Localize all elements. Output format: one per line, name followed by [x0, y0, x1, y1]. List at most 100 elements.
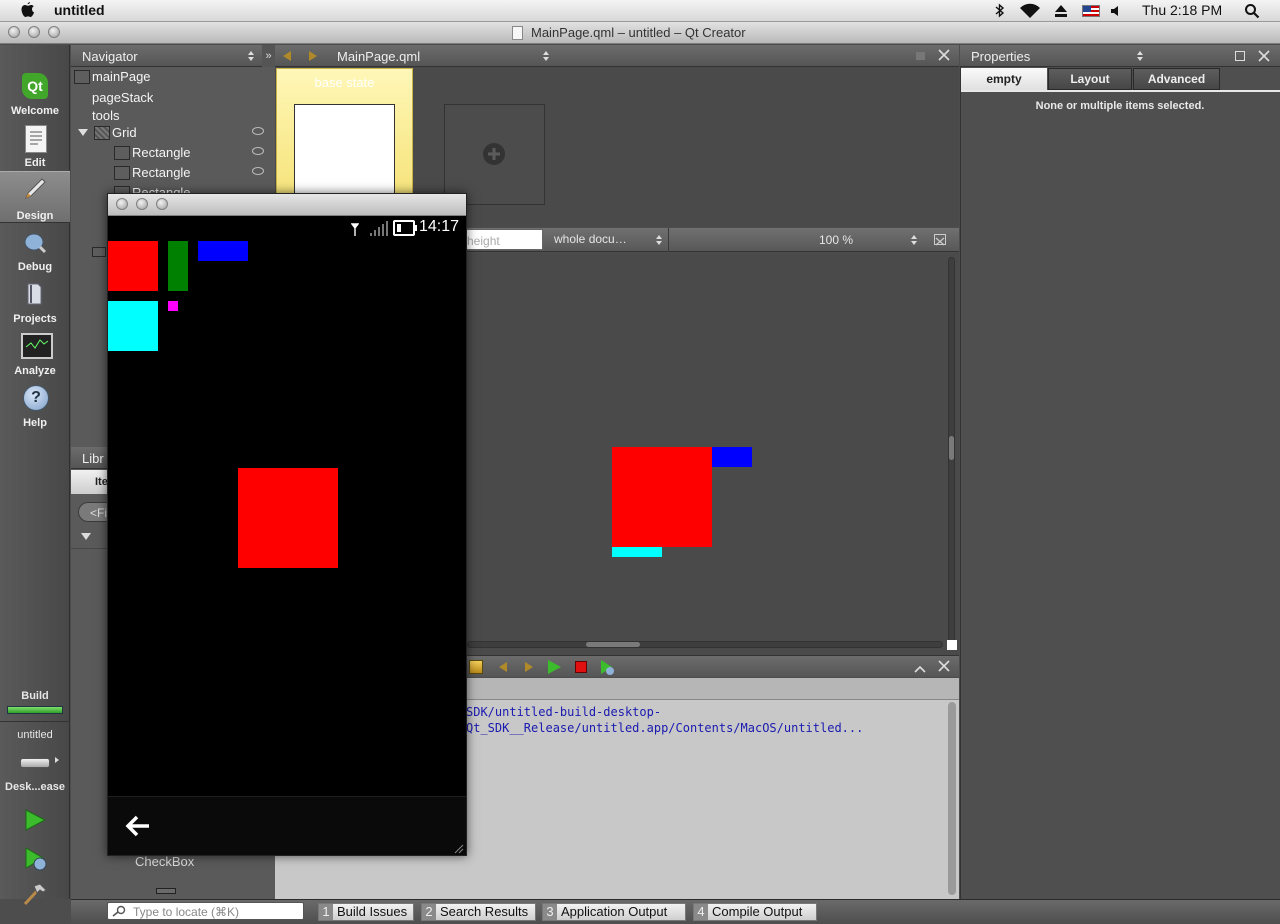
phone-rect-cyan[interactable] — [108, 301, 158, 351]
output-tab-compile-output[interactable]: 4 Compile Output — [693, 903, 817, 921]
kit-monitor-icon[interactable] — [20, 758, 50, 768]
properties-title: Properties — [971, 49, 1031, 64]
split-pane-toggle-icon[interactable]: » — [262, 45, 275, 67]
output-prev-icon[interactable] — [499, 662, 507, 672]
mode-projects[interactable]: Projects — [0, 277, 70, 329]
tree-item-label: Rectangle — [132, 185, 191, 193]
phone-rect-red-large[interactable] — [238, 468, 338, 568]
tree-row-rectangle-1[interactable]: Rectangle — [72, 143, 272, 163]
minimize-window-button[interactable] — [28, 26, 40, 38]
document-select-arrows-icon[interactable] — [542, 50, 550, 62]
apple-menu-icon[interactable] — [20, 2, 36, 19]
visibility-eye-icon[interactable] — [252, 147, 264, 155]
phone-rect-red-small[interactable] — [108, 241, 158, 291]
menubar-clock[interactable]: Thu 2:18 PM — [1142, 2, 1222, 18]
vertical-scrollbar[interactable] — [948, 257, 955, 645]
bluetooth-icon[interactable] — [995, 3, 1005, 18]
navigate-forward-icon[interactable] — [309, 51, 317, 61]
tree-row-mainpage[interactable]: mainPage — [72, 67, 272, 87]
visibility-eye-icon[interactable] — [252, 127, 264, 135]
spotlight-search-icon[interactable] — [1244, 3, 1260, 19]
close-properties-icon[interactable] — [1258, 50, 1270, 62]
canvas-rect-cyan[interactable] — [612, 547, 662, 557]
output-tab-application-output[interactable]: 3 Application Output — [542, 903, 686, 921]
navigator-select-arrows-icon[interactable] — [247, 50, 255, 62]
height-field[interactable]: height — [466, 229, 543, 250]
mode-welcome[interactable]: Qt Welcome — [0, 69, 70, 121]
output-next-icon[interactable] — [525, 662, 533, 672]
zoom-select-arrows-icon[interactable] — [910, 234, 918, 246]
simulator-title-bar — [108, 194, 466, 216]
simulator-minimize-button[interactable] — [136, 198, 148, 210]
phone-rect-green[interactable] — [168, 241, 188, 291]
locator-input[interactable]: Type to locate (⌘K) — [107, 902, 304, 920]
output-tab-build-issues[interactable]: 1 Build Issues — [318, 903, 414, 921]
close-document-icon[interactable] — [938, 49, 950, 61]
vertical-scroll-thumb[interactable] — [949, 436, 954, 460]
reset-view-icon[interactable] — [934, 234, 946, 246]
horizontal-scroll-thumb[interactable] — [586, 642, 640, 647]
mode-design[interactable]: Design — [0, 171, 70, 223]
tree-row-rectangle-3[interactable]: Rectangle — [72, 183, 272, 193]
build-hammer-icon[interactable] — [22, 882, 48, 906]
navigate-back-icon[interactable] — [283, 51, 291, 61]
debug-run-icon[interactable] — [24, 847, 48, 871]
library-items-tab[interactable]: Ite — [71, 470, 111, 494]
attach-debugger-icon[interactable] — [469, 660, 483, 674]
tree-row-pagestack[interactable]: pageStack — [72, 88, 272, 108]
scope-select-arrows-icon[interactable] — [655, 234, 663, 246]
locator-placeholder: Type to locate (⌘K) — [133, 905, 240, 919]
phone-rect-magenta[interactable] — [168, 301, 178, 311]
add-state-button[interactable] — [444, 104, 545, 205]
horizontal-scrollbar[interactable] — [467, 641, 943, 648]
wifi-icon[interactable] — [1019, 3, 1041, 19]
scope-selector[interactable]: whole docu… — [554, 232, 627, 246]
edit-document-icon — [25, 125, 47, 153]
open-document-name[interactable]: MainPage.qml — [337, 49, 420, 64]
run-icon[interactable] — [24, 809, 47, 831]
tree-row-grid[interactable]: Grid — [72, 123, 272, 143]
phone-rect-blue[interactable] — [198, 241, 248, 261]
simulator-window[interactable]: 14:17 — [107, 193, 467, 856]
expand-arrow-icon[interactable] — [78, 129, 88, 136]
simulator-zoom-button[interactable] — [156, 198, 168, 210]
output-tab-search-results[interactable]: 2 Search Results — [421, 903, 536, 921]
mode-debug[interactable]: Debug — [0, 225, 70, 277]
target-project[interactable]: untitled — [0, 729, 70, 741]
app-menu-title[interactable]: untitled — [54, 2, 105, 18]
properties-tab-advanced[interactable]: Advanced — [1133, 68, 1220, 90]
close-window-button[interactable] — [8, 26, 20, 38]
document-proxy-icon[interactable] — [512, 26, 523, 40]
canvas-rect-red[interactable] — [612, 447, 712, 547]
canvas-rect-blue[interactable] — [712, 447, 752, 467]
back-arrow-icon[interactable] — [124, 814, 152, 838]
input-flag-icon[interactable] — [1082, 5, 1100, 17]
debug-output-icon[interactable] — [600, 659, 614, 675]
library-category-arrow-icon[interactable] — [81, 533, 91, 540]
close-output-icon[interactable] — [938, 660, 950, 672]
mode-edit[interactable]: Edit — [0, 121, 70, 173]
mode-analyze[interactable]: Analyze — [0, 329, 70, 381]
zoom-level[interactable]: 100 % — [819, 233, 853, 247]
library-item-checkbox[interactable]: CheckBox — [135, 854, 194, 869]
properties-tab-empty[interactable]: empty — [961, 68, 1047, 90]
stop-icon[interactable] — [575, 661, 587, 673]
window-title-bar: MainPage.qml – untitled – Qt Creator — [0, 22, 1280, 44]
tree-row-rectangle-2[interactable]: Rectangle — [72, 163, 272, 183]
target-kit[interactable]: Desk...ease — [0, 781, 70, 793]
properties-tab-layout[interactable]: Layout — [1048, 68, 1132, 90]
properties-select-arrows-icon[interactable] — [1136, 50, 1144, 62]
phone-clock: 14:17 — [419, 218, 460, 235]
output-scrollbar[interactable] — [948, 702, 956, 895]
volume-icon[interactable] — [1110, 5, 1122, 17]
maximize-output-icon[interactable] — [914, 662, 926, 673]
simulator-close-button[interactable] — [116, 198, 128, 210]
visibility-eye-icon[interactable] — [252, 167, 264, 175]
eject-icon[interactable] — [1054, 4, 1068, 18]
mode-help[interactable]: ? Help — [0, 381, 70, 433]
rerun-icon[interactable] — [548, 660, 561, 674]
resize-grip-icon[interactable] — [454, 843, 464, 854]
split-properties-icon[interactable] — [1235, 51, 1245, 61]
zoom-window-button[interactable] — [48, 26, 60, 38]
rectangle-item-icon — [114, 146, 130, 160]
